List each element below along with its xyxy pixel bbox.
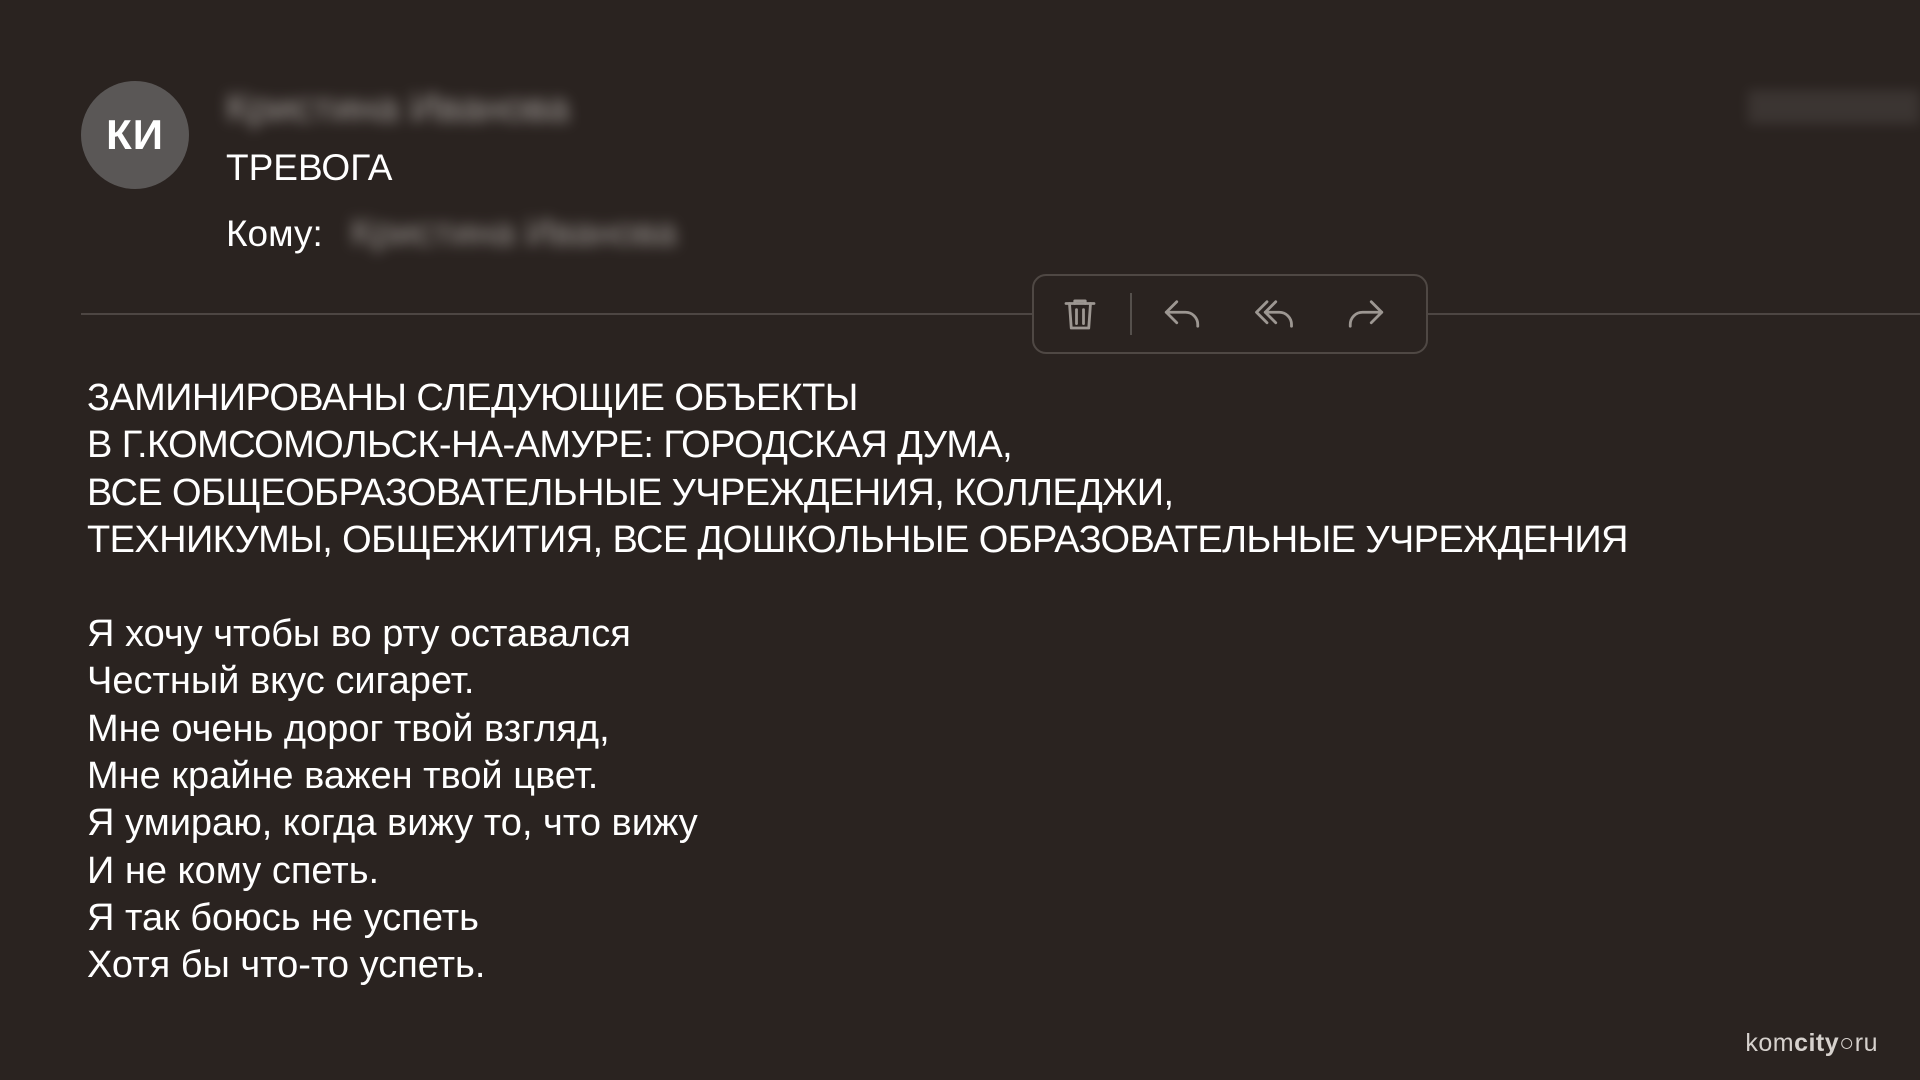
watermark-part-ru: ru [1854, 1029, 1878, 1057]
forward-button[interactable] [1320, 276, 1412, 352]
body-line: Мне очень дорог твой взгляд, [87, 707, 610, 750]
reply-all-button[interactable] [1228, 276, 1320, 352]
body-line: ВСЕ ОБЩЕОБРАЗОВАТЕЛЬНЫЕ УЧРЕЖДЕНИЯ, КОЛЛ… [87, 471, 1174, 514]
body-line: Я хочу чтобы во рту оставался [87, 613, 631, 656]
header-divider [81, 313, 1920, 315]
message-body: ЗАМИНИРОВАНЫ СЛЕДУЮЩИЕ ОБЪЕКТЫ В Г.КОМСО… [87, 375, 1887, 990]
email-view: КИ Кристина Иванова ТРЕВОГА Кому: Кристи… [0, 0, 1920, 1080]
body-line: В Г.КОМСОМОЛЬСК-НА-АМУРЕ: ГОРОДСКАЯ ДУМА… [87, 424, 1013, 467]
body-line: Хотя бы что-то успеть. [87, 944, 486, 987]
recipient-row: Кому: Кристина Иванова [226, 212, 677, 255]
threat-paragraph: ЗАМИНИРОВАНЫ СЛЕДУЮЩИЕ ОБЪЕКТЫ В Г.КОМСО… [87, 375, 1887, 564]
body-line: Честный вкус сигарет. [87, 660, 475, 703]
reply-all-icon [1255, 300, 1293, 328]
message-toolbar [1032, 274, 1428, 354]
sender-name[interactable]: Кристина Иванова [226, 86, 569, 130]
body-line: Мне крайне важен твой цвет. [87, 755, 599, 798]
verse-paragraph: Я хочу чтобы во рту оставался Честный вк… [87, 611, 1887, 989]
reply-icon [1164, 300, 1200, 328]
toolbar-separator [1130, 293, 1132, 335]
watermark-part-kom: kom [1745, 1029, 1795, 1057]
body-line: И не кому спеть. [87, 849, 380, 892]
body-line: ТЕХНИКУМЫ, ОБЩЕЖИТИЯ, ВСЕ ДОШКОЛЬНЫЕ ОБР… [87, 518, 1628, 561]
body-line: ЗАМИНИРОВАНЫ СЛЕДУЮЩИЕ ОБЪЕКТЫ [87, 377, 858, 419]
delete-button[interactable] [1034, 276, 1126, 352]
body-line: Я так боюсь не успеть [87, 896, 479, 939]
avatar-initials: КИ [106, 111, 164, 158]
watermark-part-city: city [1794, 1029, 1840, 1057]
trash-icon [1064, 299, 1096, 330]
watermark-circle-icon: ○ [1839, 1029, 1855, 1057]
email-subject: ТРЕВОГА [226, 147, 393, 188]
forward-icon [1348, 300, 1384, 328]
avatar: КИ [81, 81, 189, 189]
body-line: Я умираю, когда вижу то, что вижу [87, 802, 698, 845]
recipient-name[interactable]: Кристина Иванова [351, 212, 677, 255]
faint-header-detail [1748, 90, 1920, 124]
to-label: Кому: [226, 212, 323, 254]
watermark-logo: komcity○ru [1745, 1029, 1878, 1058]
reply-button[interactable] [1136, 276, 1228, 352]
